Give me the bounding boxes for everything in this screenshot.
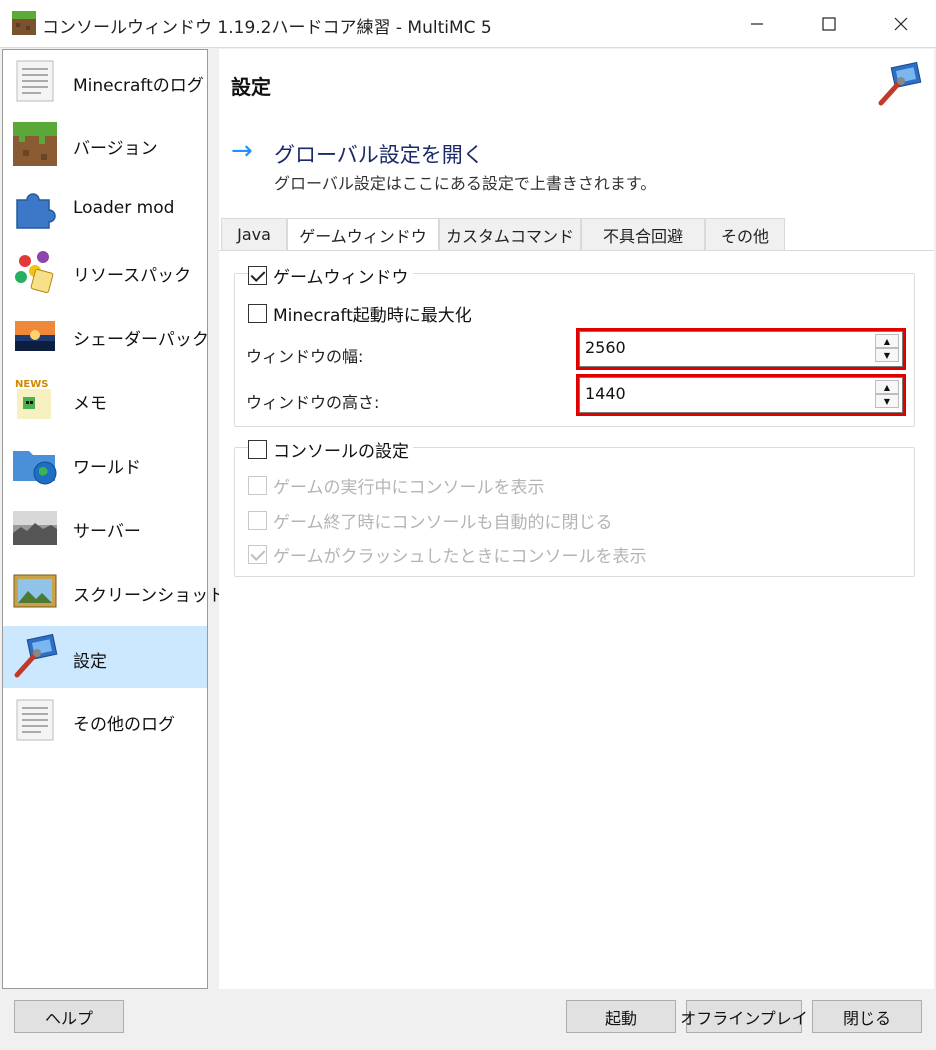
- window-height-spinbox[interactable]: 1440 ▲ ▼: [579, 377, 903, 413]
- auto-close-console-checkbox: [248, 511, 267, 530]
- auto-close-console-option: ゲーム終了時にコンソールも自動的に閉じる: [248, 508, 613, 533]
- window-height-value[interactable]: 1440: [585, 384, 626, 403]
- sidebar-item-loader-mod[interactable]: Loader mod: [3, 177, 207, 239]
- sidebar-item-memo[interactable]: NEWS メモ: [3, 368, 207, 430]
- sidebar-item-label: バージョン: [73, 139, 158, 159]
- global-settings-description: グローバル設定はここにある設定で上書きされます。: [274, 174, 657, 193]
- window-height-label: ウィンドウの高さ:: [246, 393, 380, 412]
- window-width-label: ウィンドウの幅:: [246, 347, 364, 366]
- sidebar: Minecraftのログ バージョン Loader mod リソースパック シェ…: [2, 49, 225, 989]
- world-folder-icon: [13, 451, 57, 485]
- window-width-value[interactable]: 2560: [585, 338, 626, 357]
- show-console-while-running-option: ゲームの実行中にコンソールを表示: [248, 473, 545, 498]
- svg-text:NEWS: NEWS: [15, 379, 48, 390]
- maximize-on-launch-label: Minecraft起動時に最大化: [273, 306, 472, 326]
- tab-game-window[interactable]: ゲームウィンドウ: [287, 218, 439, 252]
- tab-custom-commands[interactable]: カスタムコマンド: [439, 218, 581, 251]
- sidebar-item-settings[interactable]: 設定: [3, 626, 207, 688]
- shader-pack-icon: [15, 321, 55, 351]
- window-height-highlight: 1440 ▲ ▼: [576, 374, 906, 416]
- show-console-on-crash-checkbox: [248, 545, 267, 564]
- maximize-on-launch-option[interactable]: Minecraft起動時に最大化: [248, 301, 472, 326]
- game-window-checkbox[interactable]: [248, 266, 267, 285]
- tab-miscellaneous[interactable]: その他: [705, 218, 785, 251]
- title-bar: コンソールウィンドウ 1.19.2ハードコア練習 - MultiMC 5: [0, 0, 936, 48]
- offline-play-button[interactable]: オフラインプレイ: [680, 1000, 808, 1033]
- window-width-highlight: 2560 ▲ ▼: [576, 328, 906, 370]
- settings-page: 設定 → グローバル設定を開く グローバル設定はここにある設定で上書きされます。…: [219, 49, 934, 989]
- puzzle-piece-icon: [16, 193, 56, 229]
- maximize-on-launch-checkbox[interactable]: [248, 304, 267, 323]
- help-button[interactable]: ヘルプ: [14, 1000, 124, 1033]
- maximize-button[interactable]: [794, 0, 864, 48]
- auto-close-console-label: ゲーム終了時にコンソールも自動的に閉じる: [273, 513, 613, 533]
- other-log-document-icon: [16, 699, 54, 741]
- show-console-while-running-checkbox: [248, 476, 267, 495]
- sidebar-item-minecraft-log[interactable]: Minecraftのログ: [3, 50, 207, 112]
- global-settings-link-title[interactable]: グローバル設定を開く: [274, 139, 484, 169]
- page-title: 設定: [231, 75, 271, 99]
- sidebar-item-label: サーバー: [73, 522, 141, 542]
- show-console-on-crash-label: ゲームがクラッシュしたときにコンソールを表示: [273, 547, 647, 567]
- console-settings-group-label: コンソールの設定: [273, 442, 409, 462]
- spin-up-icon[interactable]: ▲: [875, 380, 899, 394]
- resource-pack-icon: [15, 251, 54, 294]
- sidebar-item-shader-pack[interactable]: シェーダーパック: [3, 304, 209, 366]
- sidebar-item-label: シェーダーパック: [73, 330, 209, 350]
- sidebar-item-screenshot[interactable]: スクリーンショット: [3, 560, 225, 622]
- screenshot-picture-icon: [13, 574, 57, 608]
- minimize-button[interactable]: [722, 0, 792, 48]
- show-console-on-crash-option: ゲームがクラッシュしたときにコンソールを表示: [248, 542, 647, 567]
- maximize-icon: [822, 17, 836, 31]
- news-note-icon: NEWS: [15, 379, 51, 419]
- sidebar-item-resource-pack[interactable]: リソースパック: [3, 240, 207, 302]
- sidebar-item-other-log[interactable]: その他のログ: [3, 689, 207, 751]
- sidebar-item-label: 設定: [73, 652, 107, 672]
- server-icon: [13, 511, 57, 545]
- spin-down-icon[interactable]: ▼: [875, 394, 899, 408]
- spin-down-icon[interactable]: ▼: [875, 348, 899, 362]
- close-window-button[interactable]: [866, 0, 936, 48]
- sidebar-item-label: ワールド: [73, 458, 141, 478]
- sidebar-item-label: メモ: [73, 394, 107, 414]
- multimc-app-icon: [12, 11, 36, 35]
- sidebar-item-version[interactable]: バージョン: [3, 113, 207, 175]
- grass-block-icon: [13, 122, 57, 166]
- sidebar-item-label: リソースパック: [73, 266, 192, 286]
- console-settings-group-toggle[interactable]: コンソールの設定: [248, 437, 413, 462]
- tab-java[interactable]: Java: [221, 218, 287, 251]
- game-window-tab-panel: ゲームウィンドウ Minecraft起動時に最大化 ウィンドウの幅: 2560 …: [219, 250, 934, 989]
- close-button[interactable]: 閉じる: [812, 1000, 922, 1033]
- sidebar-item-label: Loader mod: [73, 198, 175, 218]
- minimize-icon: [751, 23, 763, 25]
- console-settings-checkbox[interactable]: [248, 440, 267, 459]
- log-document-icon: [16, 60, 54, 102]
- sidebar-item-world[interactable]: ワールド: [3, 432, 207, 494]
- sidebar-item-label: その他のログ: [73, 715, 175, 735]
- settings-computer-icon: [14, 633, 58, 678]
- tab-workarounds[interactable]: 不具合回避: [581, 218, 705, 251]
- close-icon: [894, 17, 908, 31]
- sidebar-item-label: スクリーンショット: [73, 586, 226, 606]
- launch-button[interactable]: 起動: [566, 1000, 676, 1033]
- game-window-group-toggle[interactable]: ゲームウィンドウ: [248, 263, 413, 288]
- arrow-right-icon: →: [231, 136, 253, 166]
- spin-up-icon[interactable]: ▲: [875, 334, 899, 348]
- window-width-spinbox[interactable]: 2560 ▲ ▼: [579, 331, 903, 367]
- sidebar-item-label: Minecraftのログ: [73, 76, 204, 96]
- sidebar-item-server[interactable]: サーバー: [3, 496, 207, 558]
- window-title: コンソールウィンドウ 1.19.2ハードコア練習 - MultiMC 5: [42, 18, 492, 38]
- settings-computer-icon: [878, 61, 922, 106]
- show-console-while-running-label: ゲームの実行中にコンソールを表示: [273, 478, 545, 498]
- game-window-group-label: ゲームウィンドウ: [273, 268, 409, 288]
